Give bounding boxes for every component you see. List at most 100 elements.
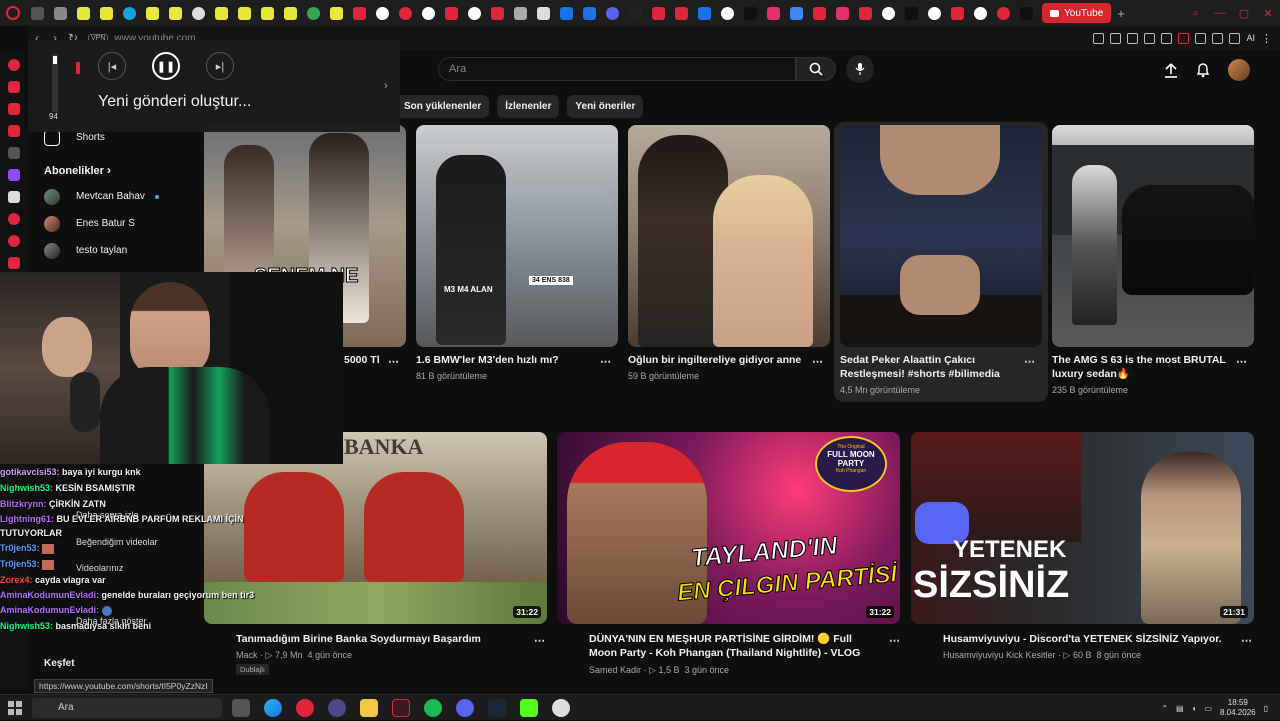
shorts-card[interactable]: The AMG S 63 is the most BRUTAL luxury s… — [1052, 125, 1254, 395]
menu-icon[interactable]: ⋮ — [1261, 32, 1272, 45]
tab-icon[interactable] — [330, 6, 343, 20]
voice-search-button[interactable] — [846, 55, 874, 83]
clock[interactable]: 18:59 8.04.2026 — [1220, 698, 1256, 718]
pause-button[interactable]: ❚❚ — [152, 52, 180, 80]
tab-icon[interactable] — [882, 6, 895, 20]
chip-new-recommendations[interactable]: Yeni öneriler — [567, 95, 644, 118]
opera-menu-button[interactable] — [0, 0, 26, 26]
channel-name[interactable]: Husamviyuviyu Kick Kesitler — [943, 650, 1056, 660]
volume-icon[interactable]: ◖ — [1192, 704, 1197, 713]
sidebar-icon[interactable] — [8, 103, 20, 115]
tab-icon[interactable] — [123, 6, 136, 20]
search-input[interactable]: Ara — [438, 57, 796, 81]
camera-icon[interactable] — [1093, 32, 1105, 44]
tab-icon[interactable] — [100, 6, 113, 20]
x-icon[interactable] — [8, 191, 20, 203]
tab-icon[interactable] — [514, 6, 527, 20]
tab-icon[interactable] — [399, 6, 412, 20]
shorts-card[interactable]: Oğlun bir ingiltereliye gidiyor anne 59 … — [628, 125, 830, 381]
shorts-thumbnail[interactable] — [628, 125, 830, 347]
tab-icon[interactable] — [905, 6, 918, 20]
chip-watched[interactable]: İzlenenler — [497, 95, 560, 118]
video-title[interactable]: Husamviyuviyu - Discord'ta YETENEK SİZSİ… — [943, 632, 1243, 646]
app-icon[interactable] — [328, 699, 346, 717]
more-options-icon[interactable]: ⋯ — [1241, 634, 1253, 647]
app-icon[interactable] — [296, 699, 314, 717]
play-icon[interactable] — [1144, 32, 1156, 44]
subscription-item[interactable]: testo taylan — [28, 237, 204, 264]
tab-icon[interactable] — [54, 6, 67, 20]
shorts-title[interactable]: Oğlun bir ingiltereliye gidiyor anne — [628, 353, 808, 367]
tab-icon[interactable] — [537, 6, 550, 20]
shorts-title[interactable]: 1.6 BMW'ler M3'den hızlı mı? — [416, 353, 596, 367]
snapshot-icon[interactable] — [1110, 32, 1122, 44]
video-thumbnail[interactable]: The Original FULL MOON PARTY Koh Phangan… — [557, 432, 900, 624]
tab-youtube-active[interactable]: YouTube — [1042, 3, 1112, 23]
task-view-icon[interactable] — [232, 699, 250, 717]
tab-icon[interactable] — [560, 6, 573, 20]
start-button[interactable] — [8, 701, 22, 715]
tab-icon[interactable] — [721, 6, 734, 20]
tab-icon[interactable] — [491, 6, 504, 20]
tab-icon[interactable] — [192, 6, 205, 20]
tab-icon[interactable] — [997, 6, 1010, 20]
subscription-item[interactable]: Enes Batur S — [28, 210, 204, 237]
tab-icon[interactable] — [468, 6, 481, 20]
more-options-icon[interactable]: ⋯ — [534, 634, 546, 647]
more-options-icon[interactable]: ⋯ — [812, 355, 824, 368]
file-explorer-icon[interactable] — [360, 699, 378, 717]
notification-icon[interactable]: ▯ — [1264, 704, 1268, 713]
tab-icon[interactable] — [744, 6, 757, 20]
notifications-bell-icon[interactable] — [1196, 62, 1210, 78]
tab-icon[interactable] — [1020, 6, 1033, 20]
discord-taskbar-icon[interactable] — [456, 699, 474, 717]
tab-icon[interactable] — [836, 6, 849, 20]
minimize-button[interactable]: — — [1208, 7, 1232, 19]
sidebar-icon[interactable] — [8, 125, 20, 137]
shorts-card[interactable]: Sedat Peker Alaattin Çakıcı Restleşmesi!… — [840, 125, 1042, 395]
tab-icon[interactable] — [146, 6, 159, 20]
sidebar-icon[interactable] — [8, 81, 20, 93]
video-thumbnail[interactable]: YETENEK SİZSİNİZ 21:31 — [911, 432, 1254, 624]
tab-icon[interactable] — [813, 6, 826, 20]
shorts-card[interactable]: 34 ENS 838 M3 M4 ALAN 1.6 BMW'ler M3'den… — [416, 125, 618, 381]
more-options-icon[interactable]: ⋯ — [1236, 355, 1248, 368]
video-title[interactable]: DÜNYA'NIN EN MEŞHUR PARTİSİNE GİRDİM! 🟡 … — [589, 632, 869, 660]
battery-icon[interactable]: ▭ — [1204, 704, 1212, 713]
sidebar-icon[interactable] — [8, 213, 20, 225]
tab-icon[interactable] — [215, 6, 228, 20]
search-tabs-icon[interactable]: ⌕ — [1184, 7, 1208, 20]
volume-slider-thumb[interactable] — [53, 56, 57, 64]
search-button[interactable] — [796, 57, 836, 81]
opera-ai-icon[interactable] — [8, 59, 20, 71]
download-icon[interactable] — [1229, 32, 1241, 44]
next-track-button[interactable]: ▸| — [206, 52, 234, 80]
heart-icon[interactable] — [1161, 32, 1173, 44]
upload-icon[interactable] — [1164, 62, 1178, 78]
twitch-icon[interactable] — [8, 169, 20, 181]
subscriptions-heading[interactable]: Abonelikler › — [28, 151, 204, 183]
tab-icon[interactable] — [767, 6, 780, 20]
guide-explore-heading[interactable]: Keşfet — [44, 658, 75, 669]
subscription-item[interactable]: Mevtcan Bahav — [28, 183, 204, 210]
chevron-up-icon[interactable]: ⌃ — [1161, 704, 1168, 713]
tab-icon[interactable] — [445, 6, 458, 20]
tab-icon[interactable] — [790, 6, 803, 20]
easy-setup-icon[interactable] — [1212, 32, 1224, 44]
shorts-thumbnail[interactable] — [1052, 125, 1254, 347]
shorts-thumbnail[interactable]: 34 ENS 838 M3 M4 ALAN — [416, 125, 618, 347]
new-tab-button[interactable]: + — [1117, 6, 1125, 21]
account-avatar[interactable] — [1228, 59, 1250, 81]
shorts-title[interactable]: The AMG S 63 is the most BRUTAL luxury s… — [1052, 353, 1232, 381]
more-options-icon[interactable]: ⋯ — [889, 634, 901, 647]
sidebar-icon[interactable] — [8, 257, 20, 269]
tab-icon[interactable] — [606, 6, 619, 20]
shield-icon[interactable] — [1127, 32, 1139, 44]
wallet-icon[interactable] — [1178, 32, 1190, 44]
volume-slider[interactable] — [52, 54, 58, 112]
tab-icon[interactable] — [376, 6, 389, 20]
tab-icon[interactable] — [652, 6, 665, 20]
opera-taskbar-icon[interactable] — [392, 699, 410, 717]
previous-track-button[interactable]: |◂ — [98, 52, 126, 80]
tab-icon[interactable] — [31, 6, 44, 20]
